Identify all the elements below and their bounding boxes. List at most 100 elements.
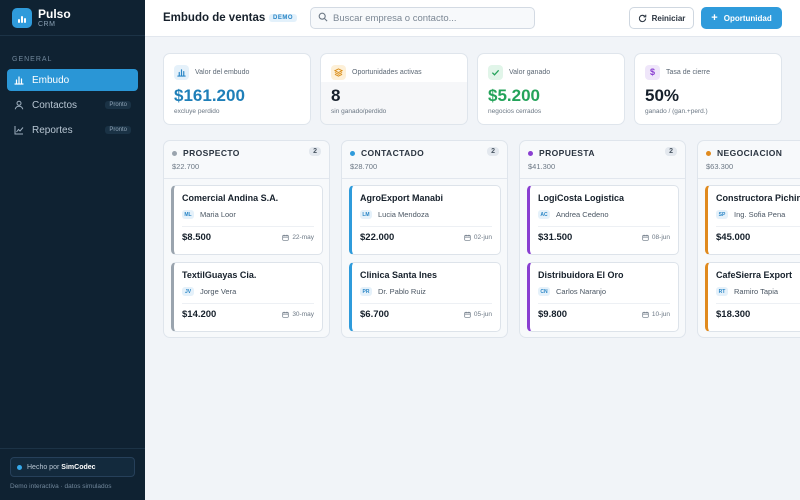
avatar: PR	[360, 287, 372, 296]
calendar-icon	[642, 311, 649, 318]
kpi-value: 50%	[645, 86, 680, 105]
deal-company: AgroExport Manabi	[360, 193, 444, 203]
column-title: CONTACTADO	[361, 148, 425, 158]
deal-card[interactable]: CafeSierra Export RT Ramiro Tapia $18.300	[705, 262, 800, 332]
deal-card[interactable]: Comercial Andina S.A. ML Maria Loor $8.50…	[171, 185, 323, 255]
sidebar-item-embudo[interactable]: Embudo	[7, 69, 138, 91]
kpi-card-pipeline-value: Valor del embudo $161.200 excluye perdid…	[163, 53, 311, 125]
user-icon	[14, 100, 24, 110]
deal-amount: $14.200	[182, 309, 217, 320]
new-opportunity-button[interactable]: + Oportunidad	[701, 7, 782, 29]
kpi-card-close-rate: $ Tasa de cierre 50% ganado / (gan.+perd…	[634, 53, 782, 125]
deal-card[interactable]: TextilGuayas Cia. JV Jorge Vera $14.200 3…	[171, 262, 323, 332]
coming-soon-badge: Pronto	[105, 101, 131, 109]
check-icon	[488, 64, 503, 80]
stage-dot-icon	[350, 150, 355, 156]
demo-note: Demo interactiva · datos simulados	[10, 483, 112, 490]
deal-contact: Ing. Sofia Pena	[734, 210, 786, 219]
brand-sub: CRM	[38, 20, 56, 28]
deal-company: LogiCosta Logistica	[538, 193, 625, 203]
sidebar-item-reportes[interactable]: Reportes Pronto	[7, 119, 138, 141]
refresh-icon	[638, 14, 647, 23]
deal-amount: $45.000	[716, 232, 751, 243]
deal-amount: $6.700	[360, 309, 390, 320]
deal-amount: $31.500	[538, 232, 573, 243]
deal-company: Distribuidora El Oro	[538, 270, 624, 280]
kpi-value: $161.200	[174, 86, 245, 105]
page-title: Embudo de ventas	[163, 12, 266, 24]
avatar: RT	[716, 287, 728, 296]
deal-contact: Ramiro Tapia	[734, 287, 779, 296]
coming-soon-badge: Pronto	[105, 126, 131, 134]
deal-card[interactable]: AgroExport Manabi LM Lucia Mendoza $22.00…	[349, 185, 501, 255]
pipeline-column-contactado: CONTACTADO $28.700 2 AgroExport Manabi L…	[341, 140, 508, 338]
kpi-value: 8	[331, 86, 341, 105]
deal-contact: Lucia Mendoza	[378, 210, 429, 219]
brand[interactable]: Pulso CRM	[0, 0, 145, 36]
column-title: PROSPECTO	[183, 148, 240, 158]
deal-card[interactable]: LogiCosta Logistica AC Andrea Cedeno $31.…	[527, 185, 679, 255]
column-count-badge: 2	[487, 147, 499, 156]
deal-date-text: 10-jun	[651, 311, 670, 318]
avatar: SP	[716, 210, 728, 219]
kpi-label: Valor del embudo	[195, 68, 250, 76]
column-title: PROPUESTA	[539, 148, 595, 158]
search-input[interactable]: Buscar empresa o contacto...	[310, 7, 535, 29]
pipeline-column-negociacion: NEGOCIACION $63.300 Constructora Pichin …	[697, 140, 800, 338]
deal-company: CafeSierra Export	[716, 270, 793, 280]
plus-icon: +	[711, 12, 718, 24]
brand-logo-icon	[12, 7, 32, 28]
column-count-badge: 2	[309, 147, 321, 156]
column-title: NEGOCIACION	[717, 148, 783, 158]
calendar-icon	[642, 234, 649, 241]
new-opportunity-label: Oportunidad	[723, 13, 772, 23]
dollar-icon: $	[645, 64, 660, 80]
avatar: LM	[360, 210, 372, 219]
column-total: $28.700	[350, 162, 378, 171]
avatar: ML	[182, 210, 194, 219]
deal-contact: Maria Loor	[200, 210, 236, 219]
calendar-icon	[282, 234, 289, 241]
sidebar-divider	[0, 448, 145, 449]
made-by-badge[interactable]: Hecho por SimCodec	[10, 457, 135, 477]
kpi-sub: excluye perdido	[174, 108, 220, 115]
line-chart-icon	[14, 125, 24, 135]
brand-name: Pulso	[38, 6, 71, 21]
deal-card[interactable]: Clinica Santa Ines PR Dr. Pablo Ruiz $6.7…	[349, 262, 501, 332]
deal-company: Comercial Andina S.A.	[182, 193, 279, 203]
column-total: $41.300	[528, 162, 556, 171]
sidebar-item-label: Embudo	[32, 74, 70, 86]
calendar-icon	[464, 234, 471, 241]
deal-amount: $9.800	[538, 309, 568, 320]
sidebar-item-contactos[interactable]: Contactos Pronto	[7, 94, 138, 116]
search-placeholder: Buscar empresa o contacto...	[333, 12, 457, 24]
calendar-icon	[282, 311, 289, 318]
deal-date: 10-jun	[642, 311, 670, 318]
sidebar-item-label: Contactos	[32, 99, 78, 111]
deal-date-text: 05-jun	[473, 311, 492, 318]
deal-contact: Dr. Pablo Ruiz	[378, 287, 426, 296]
kpi-card-active-opportunities: Oportunidades activas 8 sin ganado/perdi…	[320, 53, 468, 125]
bar-chart-icon	[14, 75, 24, 85]
deal-date-text: 22-may	[292, 234, 314, 241]
deal-company: TextilGuayas Cia.	[182, 270, 257, 280]
sidebar: Pulso CRM GENERAL Embudo Contactos Pront…	[0, 0, 145, 500]
avatar: AC	[538, 210, 550, 219]
deal-contact: Carlos Naranjo	[556, 287, 607, 296]
deal-amount: $22.000	[360, 232, 395, 243]
column-total: $22.700	[172, 162, 200, 171]
column-count-badge: 2	[665, 147, 677, 156]
deal-card[interactable]: Distribuidora El Oro CN Carlos Naranjo $9…	[527, 262, 679, 332]
deal-amount: $8.500	[182, 232, 212, 243]
calendar-icon	[464, 311, 471, 318]
kpi-value: $5.200	[488, 86, 540, 105]
demo-badge: DEMO	[269, 14, 297, 22]
deal-date: 08-jun	[642, 234, 670, 241]
deal-date: 02-jun	[464, 234, 492, 241]
deal-card[interactable]: Constructora Pichin SP Ing. Sofia Pena $4…	[705, 185, 800, 255]
deal-contact: Jorge Vera	[200, 287, 237, 296]
stage-dot-icon	[706, 150, 711, 156]
reset-button[interactable]: Reiniciar	[629, 7, 694, 29]
sidebar-item-label: Reportes	[32, 124, 73, 136]
pipeline-column-propuesta: PROPUESTA $41.300 2 LogiCosta Logistica …	[519, 140, 686, 338]
